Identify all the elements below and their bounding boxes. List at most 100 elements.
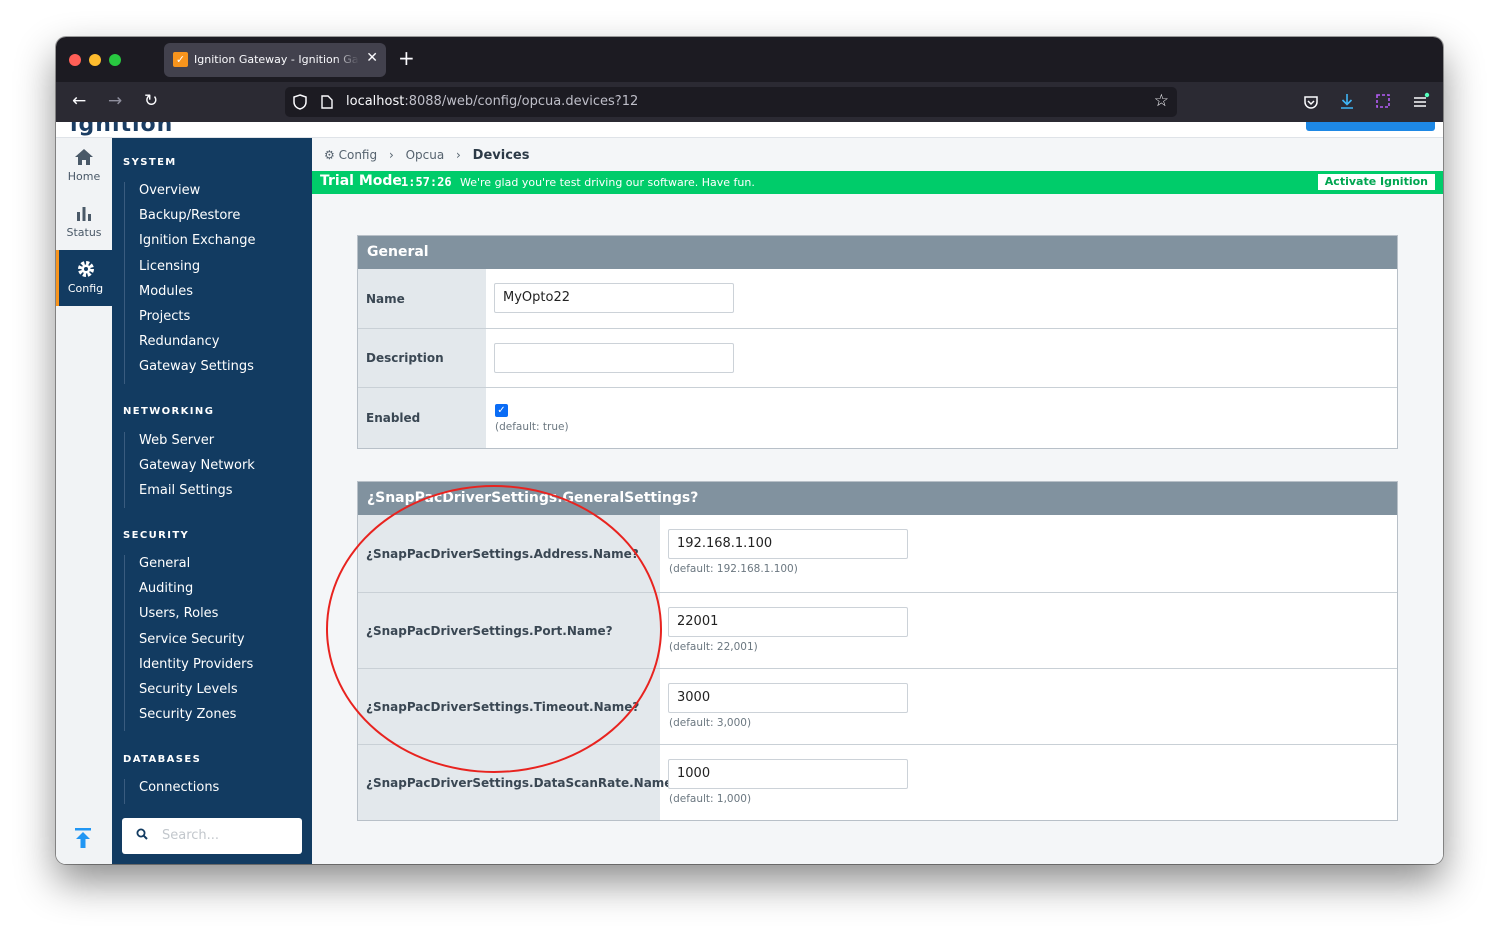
header-strip: ignition [56, 122, 1443, 138]
sidebar-item-general[interactable]: General [139, 555, 253, 580]
nav-status-label: Status [66, 226, 102, 239]
port-row: ¿SnapPacDriverSettings.Port.Name? 22001 … [358, 592, 1397, 668]
url-text[interactable]: localhost:8088/web/config/opcua.devices?… [346, 94, 638, 109]
timeout-input[interactable]: 3000 [668, 683, 908, 713]
bar-chart-icon [77, 207, 91, 221]
sidebar-item-modules[interactable]: Modules [139, 283, 256, 308]
home-icon [75, 149, 93, 165]
trial-message: We're glad you're test driving our softw… [460, 176, 755, 189]
data-scan-rate-label: ¿SnapPacDriverSettings.DataScanRate.Name… [358, 745, 679, 820]
port-hint: (default: 22,001) [669, 641, 758, 653]
nav-home[interactable]: Home [56, 138, 112, 194]
new-tab-button[interactable]: + [398, 47, 415, 69]
maximize-window-icon[interactable] [109, 54, 121, 66]
nav-home-label: Home [67, 170, 101, 183]
activate-ignition-button[interactable]: Activate Ignition [1317, 174, 1435, 190]
sidebar-item-identity-providers[interactable]: Identity Providers [139, 656, 253, 681]
sidebar-item-auditing[interactable]: Auditing [139, 580, 253, 605]
address-hint: (default: 192.168.1.100) [669, 563, 798, 575]
trial-banner: Trial Mode 1:57:26 We're glad you're tes… [312, 171, 1443, 194]
description-input[interactable] [494, 343, 734, 373]
back-to-top-icon[interactable] [74, 827, 92, 849]
nav-config-label: Config [67, 282, 104, 295]
sidebar-item-projects[interactable]: Projects [139, 308, 256, 333]
sidebar-item-backup-restore[interactable]: Backup/Restore [139, 207, 256, 232]
enabled-row: Enabled ✓ (default: true) [358, 387, 1397, 448]
url-bar[interactable]: localhost:8088/web/config/opcua.devices?… [285, 87, 1177, 117]
description-row: Description [358, 328, 1397, 387]
timeout-row: ¿SnapPacDriverSettings.Timeout.Name? 300… [358, 668, 1397, 744]
reload-icon[interactable]: ↻ [144, 91, 158, 111]
timeout-hint: (default: 3,000) [669, 717, 752, 729]
nav-config[interactable]: Config [56, 250, 112, 306]
trial-mode-label: Trial Mode [320, 173, 402, 189]
icon-nav: Home Status Config [56, 138, 112, 864]
sidebar-item-service-security[interactable]: Service Security [139, 631, 253, 656]
name-input[interactable]: MyOpto22 [494, 283, 734, 313]
search-placeholder: Search... [162, 828, 220, 843]
sidebar-item-email-settings[interactable]: Email Settings [139, 482, 255, 507]
close-tab-icon[interactable]: ✕ [366, 50, 378, 66]
breadcrumb-opcua[interactable]: Opcua [406, 148, 445, 162]
breadcrumb-config[interactable]: Config [339, 148, 378, 162]
sidebar-item-licensing[interactable]: Licensing [139, 258, 256, 283]
chevron-right-icon: › [388, 148, 394, 162]
trial-timer: 1:57:26 [401, 175, 452, 189]
section-databases-title: DATABASES [123, 754, 202, 765]
enabled-checkbox[interactable]: ✓ [495, 404, 508, 417]
address-label: ¿SnapPacDriverSettings.Address.Name? [358, 515, 660, 592]
menu-icon[interactable] [1412, 92, 1430, 110]
section-system-title: SYSTEM [123, 157, 177, 168]
section-databases-list: Connections [124, 779, 219, 805]
download-icon[interactable] [1339, 93, 1355, 110]
port-label: ¿SnapPacDriverSettings.Port.Name? [358, 593, 660, 668]
data-scan-rate-hint: (default: 1,000) [669, 793, 752, 805]
breadcrumb: ⚙ Config › Opcua › Devices [324, 148, 529, 163]
sidebar-item-gateway-settings[interactable]: Gateway Settings [139, 358, 256, 383]
bookmark-star-icon[interactable]: ☆ [1154, 91, 1169, 111]
enabled-label: Enabled [358, 388, 486, 448]
sidebar-item-security-levels[interactable]: Security Levels [139, 681, 253, 706]
tab-title: Ignition Gateway - Ignition Gateway [194, 53, 359, 66]
sidebar-item-users-roles[interactable]: Users, Roles [139, 605, 253, 630]
data-scan-rate-row: ¿SnapPacDriverSettings.DataScanRate.Name… [358, 744, 1397, 820]
forward-arrow-icon[interactable]: → [108, 91, 122, 111]
nav-status[interactable]: Status [56, 194, 112, 250]
back-arrow-icon[interactable]: ← [72, 91, 86, 111]
page-icon[interactable] [321, 95, 333, 109]
favicon-icon: ✓ [173, 52, 188, 67]
driver-settings-panel: ¿SnapPacDriverSettings.GeneralSettings? … [357, 481, 1398, 821]
section-security-title: SECURITY [123, 530, 190, 541]
port-input[interactable]: 22001 [668, 607, 908, 637]
ignition-logo[interactable]: ignition [70, 122, 173, 137]
chevron-right-icon: › [456, 148, 461, 162]
header-button[interactable] [1306, 122, 1435, 131]
sidebar-item-security-zones[interactable]: Security Zones [139, 706, 253, 731]
timeout-label: ¿SnapPacDriverSettings.Timeout.Name? [358, 669, 660, 744]
shield-icon[interactable] [293, 94, 307, 110]
config-gear-icon: ⚙ [324, 148, 335, 162]
close-window-icon[interactable] [69, 54, 81, 66]
address-row: ¿SnapPacDriverSettings.Address.Name? 192… [358, 515, 1397, 592]
pocket-icon[interactable] [1303, 94, 1319, 110]
browser-tab[interactable]: ✓ Ignition Gateway - Ignition Gateway ✕ [164, 43, 386, 77]
data-scan-rate-input[interactable]: 1000 [668, 759, 908, 789]
sidebar-item-ignition-exchange[interactable]: Ignition Exchange [139, 232, 256, 257]
config-sidebar: SYSTEM Overview Backup/Restore Ignition … [112, 138, 312, 864]
search-icon [136, 828, 148, 840]
minimize-window-icon[interactable] [89, 54, 101, 66]
name-row: Name MyOpto22 [358, 269, 1397, 328]
section-system-list: Overview Backup/Restore Ignition Exchang… [124, 182, 256, 384]
sidebar-item-gateway-network[interactable]: Gateway Network [139, 457, 255, 482]
sidebar-item-web-server[interactable]: Web Server [139, 432, 255, 457]
general-panel: General Name MyOpto22 Description Enable… [357, 235, 1398, 449]
main-content: ⚙ Config › Opcua › Devices Trial Mode 1:… [312, 138, 1443, 864]
sidebar-item-redundancy[interactable]: Redundancy [139, 333, 256, 358]
section-security-list: General Auditing Users, Roles Service Se… [124, 555, 253, 732]
screenshot-icon[interactable] [1375, 93, 1391, 109]
address-input[interactable]: 192.168.1.100 [668, 529, 908, 559]
sidebar-search-input[interactable]: Search... [122, 818, 302, 854]
name-label: Name [358, 269, 486, 328]
sidebar-item-overview[interactable]: Overview [139, 182, 256, 207]
sidebar-item-connections[interactable]: Connections [139, 779, 219, 804]
